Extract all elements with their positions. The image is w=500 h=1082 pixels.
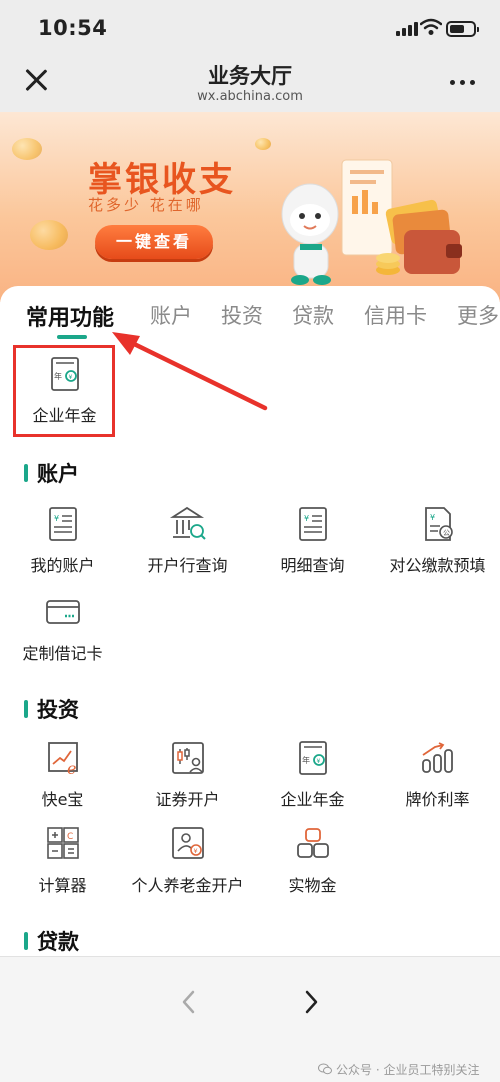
watermark-text: 公众号 · 企业员工特别关注 [336, 1063, 480, 1077]
annotation-arrow [112, 332, 268, 411]
watermark: 公众号 · 企业员工特别关注 [318, 1061, 479, 1078]
banner-view-button[interactable]: 一键查看 [95, 225, 213, 259]
status-time: 10:54 [38, 16, 108, 40]
account-item-my-account[interactable]: ¥ 我的账户 [0, 504, 125, 586]
banner-subtitle: 花多少 花在哪 [88, 196, 204, 214]
svg-text:年: 年 [302, 755, 310, 765]
invest-item-securities[interactable]: 证券开户 [125, 738, 250, 820]
bank-search-icon [169, 506, 206, 540]
svg-text:e: e [67, 759, 76, 778]
page-url: wx.abchina.com [197, 89, 303, 104]
section-accent-bar [24, 932, 28, 950]
active-tab-indicator [57, 335, 87, 339]
account-item-payment-form[interactable]: ¥ 公 对公缴款预填 [375, 504, 500, 586]
detail-icon: ¥ [298, 507, 327, 541]
svg-text:¥: ¥ [316, 758, 320, 765]
invest-item-label: 实物金 [288, 876, 337, 895]
wifi-icon [420, 18, 442, 35]
invest-item-rate[interactable]: 牌价利率 [375, 738, 500, 820]
svg-text:¥: ¥ [54, 514, 59, 523]
tab-invest[interactable]: 投资 [221, 300, 263, 330]
section-accent-bar [24, 464, 28, 482]
svg-text:¥: ¥ [193, 847, 197, 855]
page-title: 业务大厅 [208, 64, 292, 88]
account-item-debit-card[interactable]: 定制借记卡 [0, 592, 125, 674]
section-loan-title: 贷款 [37, 930, 79, 954]
browser-toolbar: 公众号 · 企业员工特别关注 [0, 956, 500, 1082]
cellular-signal-icon [396, 22, 418, 36]
account-item-label: 定制借记卡 [22, 644, 103, 663]
personal-pension-icon: ¥ [171, 827, 204, 859]
tab-more[interactable]: 更多 [457, 300, 499, 330]
section-account-title: 账户 [37, 462, 79, 486]
section-account-header: 账户 [24, 458, 79, 488]
tab-credit-card[interactable]: 信用卡 [364, 300, 427, 330]
pension-icon: 年 ¥ [298, 741, 327, 775]
invest-item-kuaie[interactable]: e 快e宝 [0, 738, 125, 820]
section-invest-title: 投资 [37, 698, 79, 722]
securities-icon [171, 742, 204, 774]
gold-bar-icon [296, 828, 329, 858]
rate-chart-icon [421, 742, 453, 773]
account-item-bank-search[interactable]: 开户行查询 [125, 504, 250, 586]
nav-bar: 业务大厅 wx.abchina.com [0, 56, 500, 112]
invest-item-label: 计算器 [38, 876, 87, 895]
mascot-illustration [281, 159, 462, 285]
coin-decoration [12, 138, 42, 160]
svg-text:C: C [67, 832, 73, 842]
calculator-icon: C [46, 827, 79, 859]
account-item-detail[interactable]: ¥ 明细查询 [250, 504, 375, 586]
section-loan-header: 贷款 [24, 926, 79, 956]
back-arrow-icon[interactable] [174, 987, 204, 1017]
coin-decoration [30, 220, 68, 250]
tab-account[interactable]: 账户 [150, 300, 192, 330]
section-accent-bar [24, 700, 28, 718]
promo-banner[interactable]: 掌银收支 花多少 花在哪 一键查看 [0, 112, 500, 302]
function-panel: 常用功能 账户 投资 贷款 信用卡 更多 年 ¥ 企业年金 账户 ¥ 我的账户 … [0, 286, 500, 956]
card-icon [45, 600, 80, 624]
invest-item-label: 个人养老金开户 [131, 876, 244, 895]
invest-item-label: 牌价利率 [405, 790, 470, 809]
account-item-label: 对公缴款预填 [389, 556, 486, 575]
tab-loan[interactable]: 贷款 [292, 300, 334, 330]
invest-item-gold[interactable]: 实物金 [250, 824, 375, 906]
invest-item-pension[interactable]: 年 ¥ 企业年金 [250, 738, 375, 820]
forward-arrow-icon[interactable] [296, 987, 326, 1017]
invest-item-label: 证券开户 [155, 790, 220, 809]
invest-item-label: 企业年金 [280, 790, 345, 809]
account-item-label: 开户行查询 [147, 556, 228, 575]
payment-form-icon: ¥ 公 [424, 507, 453, 541]
section-invest-header: 投资 [24, 694, 79, 724]
svg-text:¥: ¥ [304, 514, 309, 523]
svg-text:公: 公 [443, 529, 450, 537]
wechat-icon [318, 1063, 332, 1075]
invest-item-label: 快e宝 [41, 790, 84, 809]
battery-icon [446, 21, 479, 37]
bill-icon: ¥ [48, 507, 77, 541]
status-bar: 10:54 [0, 0, 500, 56]
more-menu-icon[interactable] [450, 80, 475, 85]
kuaie-icon: e [47, 742, 78, 778]
svg-text:¥: ¥ [430, 513, 435, 522]
invest-item-personal-pension[interactable]: ¥ 个人养老金开户 [125, 824, 250, 906]
invest-item-calculator[interactable]: C 计算器 [0, 824, 125, 906]
account-item-label: 明细查询 [280, 556, 345, 575]
coin-decoration [255, 138, 271, 150]
account-item-label: 我的账户 [30, 556, 95, 575]
